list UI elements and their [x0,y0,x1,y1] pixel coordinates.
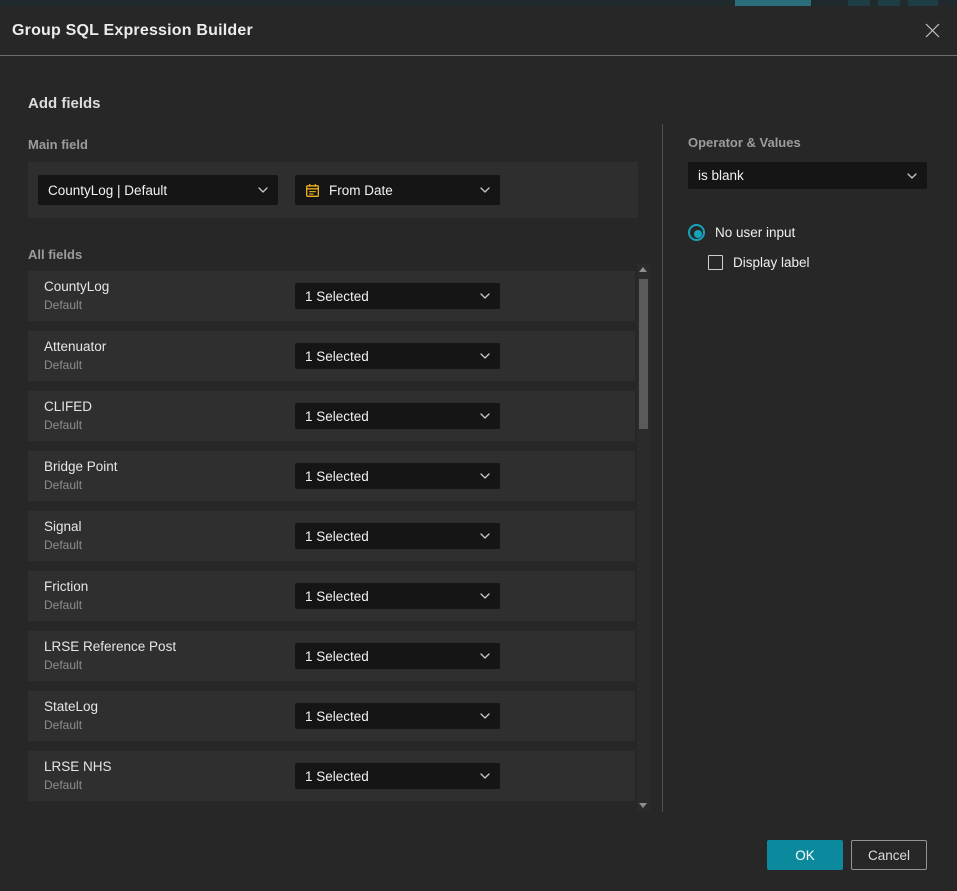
field-sublabel: Default [44,538,82,552]
field-row: Bridge Point Default 1 Selected [28,451,635,501]
chevron-down-icon [480,293,490,299]
chevron-down-icon [480,593,490,599]
main-field-source-value: CountyLog | Default [48,183,250,198]
chevron-down-icon [480,473,490,479]
field-name: CLIFED [44,399,92,414]
field-row: CLIFED Default 1 Selected [28,391,635,441]
chevron-down-icon [480,653,490,659]
date-field-calendar-icon [305,183,320,198]
group-sql-expression-builder-dialog: Group SQL Expression Builder Add fields … [0,6,957,891]
field-name: StateLog [44,699,98,714]
field-name: CountyLog [44,279,109,294]
chevron-down-icon [480,413,490,419]
display-label-label: Display label [733,255,810,270]
field-name: LRSE Reference Post [44,639,176,654]
field-selection-value: 1 Selected [305,409,472,424]
field-selection-dropdown[interactable]: 1 Selected [295,643,500,669]
panel-divider [662,124,663,812]
field-row: CountyLog Default 1 Selected [28,271,635,321]
display-label-option[interactable]: Display label [708,255,810,270]
main-field-field-value: From Date [329,183,472,198]
field-selection-dropdown[interactable]: 1 Selected [295,523,500,549]
chevron-down-icon [907,173,917,179]
field-selection-value: 1 Selected [305,289,472,304]
scrollbar-thumb[interactable] [639,279,648,429]
field-name: Friction [44,579,88,594]
dialog-header: Group SQL Expression Builder [0,6,957,56]
field-selection-value: 1 Selected [305,349,472,364]
field-row: LRSE Reference Post Default 1 Selected [28,631,635,681]
chevron-down-icon [480,187,490,193]
field-selection-dropdown[interactable]: 1 Selected [295,343,500,369]
dialog-title: Group SQL Expression Builder [12,22,253,40]
close-button[interactable] [921,20,943,42]
scroll-down-arrow-icon[interactable] [639,803,647,808]
field-name: LRSE NHS [44,759,112,774]
no-user-input-option[interactable]: No user input [688,224,795,241]
field-row: Friction Default 1 Selected [28,571,635,621]
field-sublabel: Default [44,418,82,432]
chevron-down-icon [258,187,268,193]
main-field-label: Main field [28,137,88,152]
field-selection-value: 1 Selected [305,589,472,604]
field-selection-dropdown[interactable]: 1 Selected [295,283,500,309]
field-name: Bridge Point [44,459,118,474]
field-row: LRSE NHS Default 1 Selected [28,751,635,801]
field-selection-value: 1 Selected [305,469,472,484]
chevron-down-icon [480,533,490,539]
all-fields-label: All fields [28,247,82,262]
operator-dropdown[interactable]: is blank [688,162,927,189]
operator-value: is blank [698,168,899,183]
field-row: Attenuator Default 1 Selected [28,331,635,381]
field-sublabel: Default [44,478,82,492]
field-selection-value: 1 Selected [305,769,472,784]
field-selection-value: 1 Selected [305,529,472,544]
main-field-field-dropdown[interactable]: From Date [295,175,500,205]
field-selection-value: 1 Selected [305,649,472,664]
field-name: Signal [44,519,82,534]
no-user-input-label: No user input [715,225,795,240]
no-user-input-radio[interactable] [688,224,705,241]
field-name: Attenuator [44,339,106,354]
field-selection-dropdown[interactable]: 1 Selected [295,583,500,609]
all-fields-list: CountyLog Default 1 Selected Attenuator … [28,271,635,811]
field-row: StateLog Default 1 Selected [28,691,635,741]
chevron-down-icon [480,713,490,719]
main-field-box: CountyLog | Default From Date [28,162,638,218]
field-selection-dropdown[interactable]: 1 Selected [295,463,500,489]
operator-values-heading: Operator & Values [688,135,801,150]
field-sublabel: Default [44,358,82,372]
field-row: Signal Default 1 Selected [28,511,635,561]
field-sublabel: Default [44,598,82,612]
field-sublabel: Default [44,778,82,792]
add-fields-heading: Add fields [28,95,101,112]
chevron-down-icon [480,773,490,779]
ok-button[interactable]: OK [767,840,843,870]
close-icon [924,22,941,39]
cancel-button[interactable]: Cancel [851,840,927,870]
scroll-up-arrow-icon[interactable] [639,267,647,272]
field-selection-dropdown[interactable]: 1 Selected [295,403,500,429]
field-selection-dropdown[interactable]: 1 Selected [295,763,500,789]
field-sublabel: Default [44,658,82,672]
display-label-checkbox[interactable] [708,255,723,270]
main-field-source-dropdown[interactable]: CountyLog | Default [38,175,278,205]
fields-list-scrollbar[interactable] [637,264,650,811]
field-selection-dropdown[interactable]: 1 Selected [295,703,500,729]
field-sublabel: Default [44,298,82,312]
chevron-down-icon [480,353,490,359]
field-sublabel: Default [44,718,82,732]
field-selection-value: 1 Selected [305,709,472,724]
